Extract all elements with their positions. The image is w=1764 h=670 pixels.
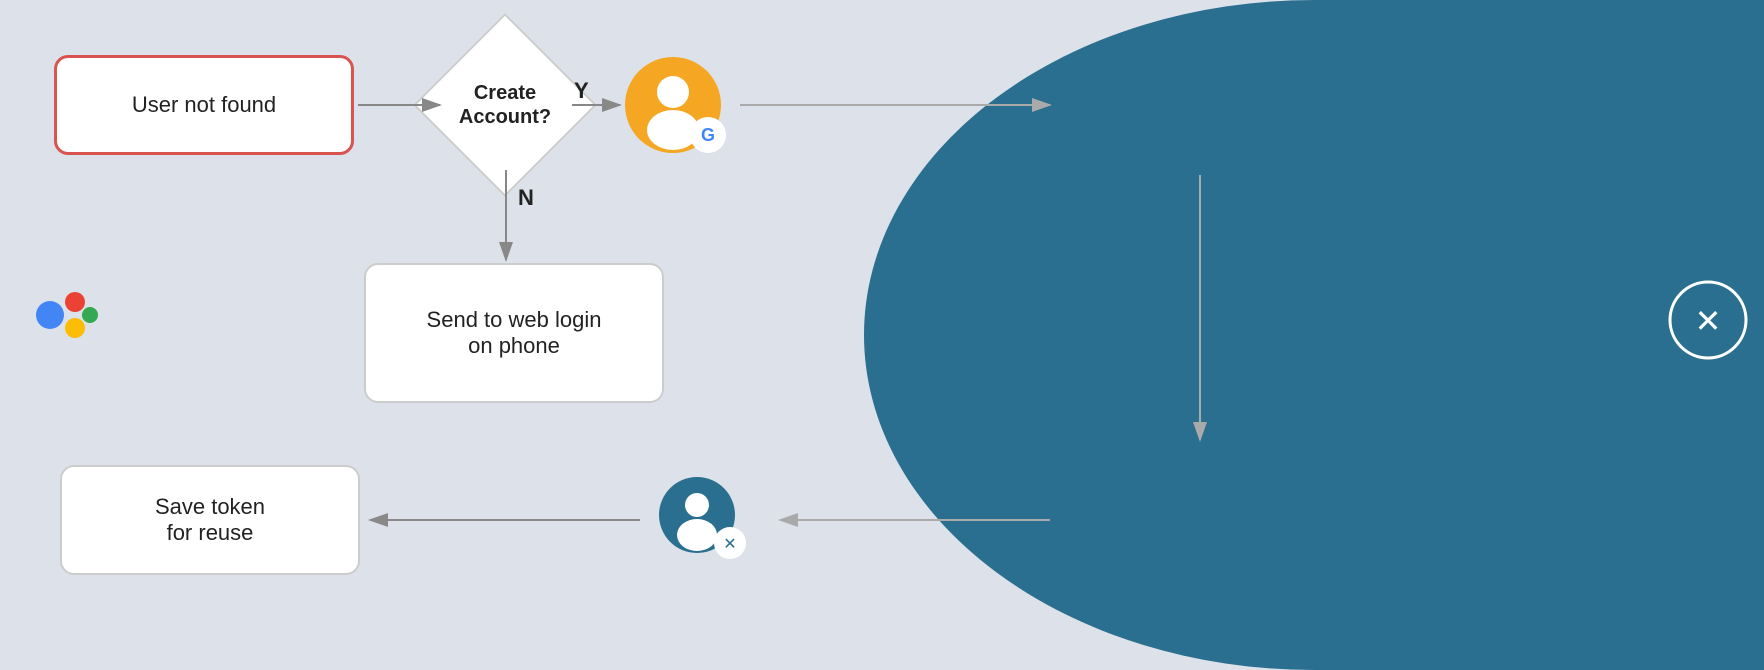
diamond-label: Create Account? — [442, 81, 568, 129]
yes-label: Y — [574, 78, 589, 104]
no-label: N — [518, 185, 534, 211]
send-to-web-node: Send to web login on phone — [364, 263, 664, 403]
svg-text:G: G — [701, 125, 715, 145]
create-account-diamond: Create Account? — [440, 40, 570, 170]
yes-text: Y — [574, 78, 589, 103]
user-not-found-label: User not found — [132, 92, 276, 118]
foodbot-right-icon: ✕ — [1668, 280, 1748, 360]
google-user-icon: G — [618, 50, 728, 160]
svg-text:✕: ✕ — [1695, 303, 1722, 339]
foodbot-user-icon: ✕ — [645, 475, 755, 565]
save-token-label: Save token for reuse — [155, 494, 265, 546]
no-text: N — [518, 185, 534, 210]
send-to-web-label: Send to web login on phone — [427, 307, 602, 359]
background-right — [864, 0, 1764, 670]
svg-text:✕: ✕ — [723, 536, 736, 553]
google-assistant-icon — [20, 270, 110, 360]
user-not-found-node: User not found — [54, 55, 354, 155]
save-token-node: Save token for reuse — [60, 465, 360, 575]
